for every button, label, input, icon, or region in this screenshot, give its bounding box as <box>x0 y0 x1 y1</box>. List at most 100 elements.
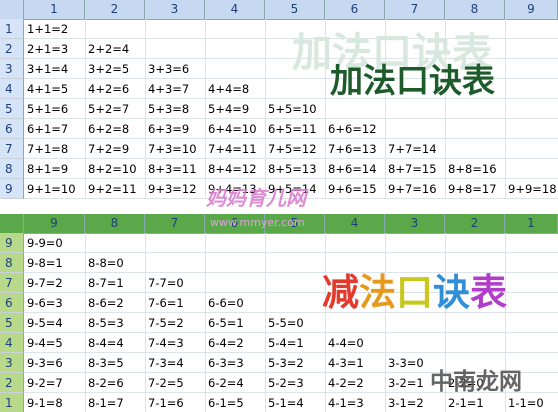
addition-cell[interactable]: 8+4=12 <box>205 159 257 179</box>
addition-row-header[interactable]: 4 <box>0 79 24 99</box>
addition-cell[interactable]: 6+5=11 <box>265 119 317 139</box>
addition-cell[interactable]: 9+2=11 <box>85 179 137 199</box>
addition-cell[interactable]: 2+1=3 <box>24 39 68 59</box>
subtraction-cell[interactable]: 6-1=5 <box>205 393 244 412</box>
subtraction-cell[interactable]: 9-6=3 <box>24 293 63 313</box>
addition-cell[interactable]: 4+2=6 <box>85 79 129 99</box>
addition-cell[interactable]: 6+3=9 <box>145 119 189 139</box>
subtraction-cell[interactable]: 5-2=3 <box>265 373 304 393</box>
subtraction-cell[interactable]: 8-5=3 <box>85 313 124 333</box>
addition-cell[interactable]: 4+1=5 <box>24 79 68 99</box>
addition-cell[interactable]: 7+7=14 <box>385 139 437 159</box>
addition-column-header[interactable]: 4 <box>205 0 265 19</box>
subtraction-cell[interactable]: 9-4=5 <box>24 333 63 353</box>
addition-cell[interactable]: 7+2=9 <box>85 139 129 159</box>
subtraction-cell[interactable]: 8-1=7 <box>85 393 124 412</box>
subtraction-cell[interactable]: 6-3=3 <box>205 353 244 373</box>
addition-cell[interactable]: 7+1=8 <box>24 139 68 159</box>
addition-cell[interactable]: 9+8=17 <box>445 179 497 199</box>
subtraction-cell[interactable]: 9-8=1 <box>24 253 63 273</box>
addition-row-header[interactable]: 5 <box>0 99 24 119</box>
subtraction-cell[interactable]: 5-3=2 <box>265 353 304 373</box>
subtraction-column-header[interactable]: 1 <box>505 214 558 233</box>
addition-cell[interactable]: 5+2=7 <box>85 99 129 119</box>
subtraction-cell[interactable]: 7-5=2 <box>145 313 184 333</box>
subtraction-cell[interactable]: 8-2=6 <box>85 373 124 393</box>
subtraction-cell[interactable]: 8-8=0 <box>85 253 124 273</box>
subtraction-cell[interactable]: 7-2=5 <box>145 373 184 393</box>
addition-cell[interactable]: 7+4=11 <box>205 139 257 159</box>
subtraction-cell[interactable]: 8-3=5 <box>85 353 124 373</box>
subtraction-column-header[interactable]: 2 <box>445 214 505 233</box>
addition-cell[interactable]: 8+6=14 <box>325 159 377 179</box>
subtraction-cell[interactable]: 3-3=0 <box>385 353 424 373</box>
subtraction-corner-cell[interactable] <box>0 214 24 233</box>
subtraction-cell[interactable]: 9-9=0 <box>24 233 63 253</box>
subtraction-row-header[interactable]: 4 <box>0 333 24 353</box>
subtraction-cell[interactable]: 9-5=4 <box>24 313 63 333</box>
addition-cell[interactable]: 6+6=12 <box>325 119 377 139</box>
subtraction-cell[interactable]: 7-6=1 <box>145 293 184 313</box>
addition-cell[interactable]: 6+2=8 <box>85 119 129 139</box>
subtraction-row-header[interactable]: 2 <box>0 373 24 393</box>
addition-cell[interactable]: 5+4=9 <box>205 99 249 119</box>
subtraction-row-header[interactable]: 8 <box>0 253 24 273</box>
subtraction-cell[interactable]: 9-2=7 <box>24 373 63 393</box>
addition-column-header[interactable]: 1 <box>24 0 85 19</box>
addition-cell[interactable]: 1+1=2 <box>24 19 68 39</box>
subtraction-cell[interactable]: 6-5=1 <box>205 313 244 333</box>
addition-cell[interactable]: 9+9=18 <box>505 179 557 199</box>
addition-cell[interactable]: 9+6=15 <box>325 179 377 199</box>
subtraction-column-header[interactable]: 8 <box>85 214 145 233</box>
addition-cell[interactable]: 8+2=10 <box>85 159 137 179</box>
addition-row-header[interactable]: 3 <box>0 59 24 79</box>
addition-column-header[interactable]: 9 <box>505 0 558 19</box>
addition-cell[interactable]: 3+1=4 <box>24 59 68 79</box>
addition-cell[interactable]: 5+1=6 <box>24 99 68 119</box>
subtraction-cell[interactable]: 9-1=8 <box>24 393 63 412</box>
addition-corner-cell[interactable] <box>0 0 24 19</box>
subtraction-cell[interactable]: 7-1=6 <box>145 393 184 412</box>
subtraction-cell[interactable]: 4-3=1 <box>325 353 364 373</box>
addition-row-header[interactable]: 7 <box>0 139 24 159</box>
addition-cell[interactable]: 8+8=16 <box>445 159 497 179</box>
addition-column-header[interactable]: 8 <box>445 0 505 19</box>
subtraction-column-header[interactable]: 4 <box>325 214 385 233</box>
addition-column-header[interactable]: 3 <box>145 0 205 19</box>
subtraction-column-header[interactable]: 3 <box>385 214 445 233</box>
subtraction-cell[interactable]: 8-6=2 <box>85 293 124 313</box>
subtraction-row-header[interactable]: 1 <box>0 393 24 412</box>
subtraction-row-header[interactable]: 7 <box>0 273 24 293</box>
addition-column-header[interactable]: 6 <box>325 0 385 19</box>
subtraction-cell[interactable]: 4-2=2 <box>325 373 364 393</box>
subtraction-cell[interactable]: 4-1=3 <box>325 393 364 412</box>
subtraction-cell[interactable]: 4-4=0 <box>325 333 364 353</box>
subtraction-row-header[interactable]: 6 <box>0 293 24 313</box>
addition-cell[interactable]: 6+1=7 <box>24 119 68 139</box>
subtraction-cell[interactable]: 6-2=4 <box>205 373 244 393</box>
subtraction-cell[interactable]: 5-1=4 <box>265 393 304 412</box>
addition-cell[interactable]: 8+3=11 <box>145 159 197 179</box>
addition-cell[interactable]: 8+1=9 <box>24 159 68 179</box>
addition-row-header[interactable]: 8 <box>0 159 24 179</box>
addition-row-header[interactable]: 6 <box>0 119 24 139</box>
subtraction-row-header[interactable]: 3 <box>0 353 24 373</box>
addition-cell[interactable]: 7+6=13 <box>325 139 377 159</box>
addition-cell[interactable]: 3+2=5 <box>85 59 129 79</box>
addition-cell[interactable]: 5+3=8 <box>145 99 189 119</box>
subtraction-cell[interactable]: 5-5=0 <box>265 313 304 333</box>
addition-cell[interactable]: 8+5=13 <box>265 159 317 179</box>
subtraction-cell[interactable]: 3-2=1 <box>385 373 424 393</box>
subtraction-row-header[interactable]: 9 <box>0 233 24 253</box>
subtraction-cell[interactable]: 7-4=3 <box>145 333 184 353</box>
subtraction-cell[interactable]: 6-6=0 <box>205 293 244 313</box>
subtraction-cell[interactable]: 8-4=4 <box>85 333 124 353</box>
subtraction-cell[interactable]: 9-3=6 <box>24 353 63 373</box>
addition-cell[interactable]: 4+3=7 <box>145 79 189 99</box>
subtraction-cell[interactable]: 7-3=4 <box>145 353 184 373</box>
addition-cell[interactable]: 6+4=10 <box>205 119 257 139</box>
addition-cell[interactable]: 4+4=8 <box>205 79 249 99</box>
addition-cell[interactable]: 9+1=10 <box>24 179 76 199</box>
addition-cell[interactable]: 3+3=6 <box>145 59 189 79</box>
subtraction-column-header[interactable]: 9 <box>24 214 85 233</box>
